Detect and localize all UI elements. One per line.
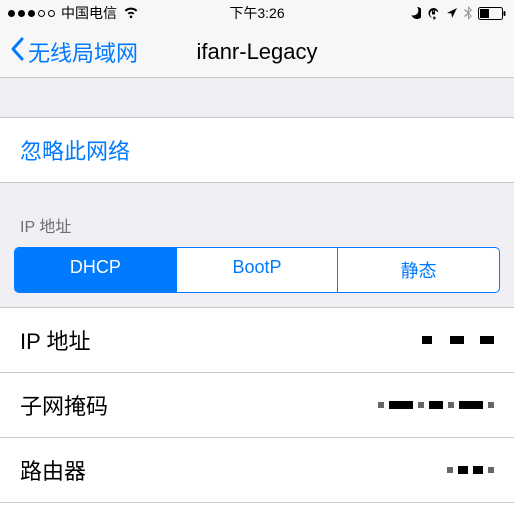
do-not-disturb-icon [409,7,421,19]
ip-mode-segmented-control: DHCP BootP 静态 [14,247,500,293]
chevron-left-icon [10,37,24,67]
carrier-label: 中国电信 [61,3,117,23]
status-left: 中国电信 [8,3,139,23]
status-right [409,6,506,20]
router-row[interactable]: 路由器 [0,438,514,503]
wifi-icon [123,7,139,19]
section-gap [0,183,514,213]
ip-address-row[interactable]: IP 地址 [0,308,514,373]
ip-address-label: IP 地址 [20,324,91,356]
router-label: 路由器 [20,454,86,486]
router-value [447,466,494,474]
back-button[interactable]: 无线局域网 [10,36,138,68]
orientation-lock-icon [427,7,440,20]
signal-strength-icon [8,10,55,17]
subnet-mask-row[interactable]: 子网掩码 [0,373,514,438]
segment-bootp[interactable]: BootP [177,248,339,292]
status-bar: 中国电信 下午3:26 [0,0,514,26]
forget-network-label: 忽略此网络 [20,139,130,164]
bluetooth-icon [464,6,472,20]
subnet-mask-label: 子网掩码 [20,389,108,421]
segment-static[interactable]: 静态 [338,248,499,292]
location-icon [446,7,458,19]
spacer [0,78,514,118]
subnet-mask-value [378,401,494,409]
forget-network-button[interactable]: 忽略此网络 [0,118,514,183]
back-label: 无线局域网 [28,36,138,68]
segment-dhcp[interactable]: DHCP [15,248,177,292]
ip-section-header: IP 地址 [0,213,514,247]
dns-row[interactable]: DNS 8.8.8.8 [0,503,514,520]
ip-address-value [422,336,494,344]
ip-fields: IP 地址 子网掩码 路由器 DNS 8.8.8.8 [0,307,514,520]
battery-icon [478,7,506,20]
nav-header: 无线局域网 ifanr-Legacy [0,26,514,78]
